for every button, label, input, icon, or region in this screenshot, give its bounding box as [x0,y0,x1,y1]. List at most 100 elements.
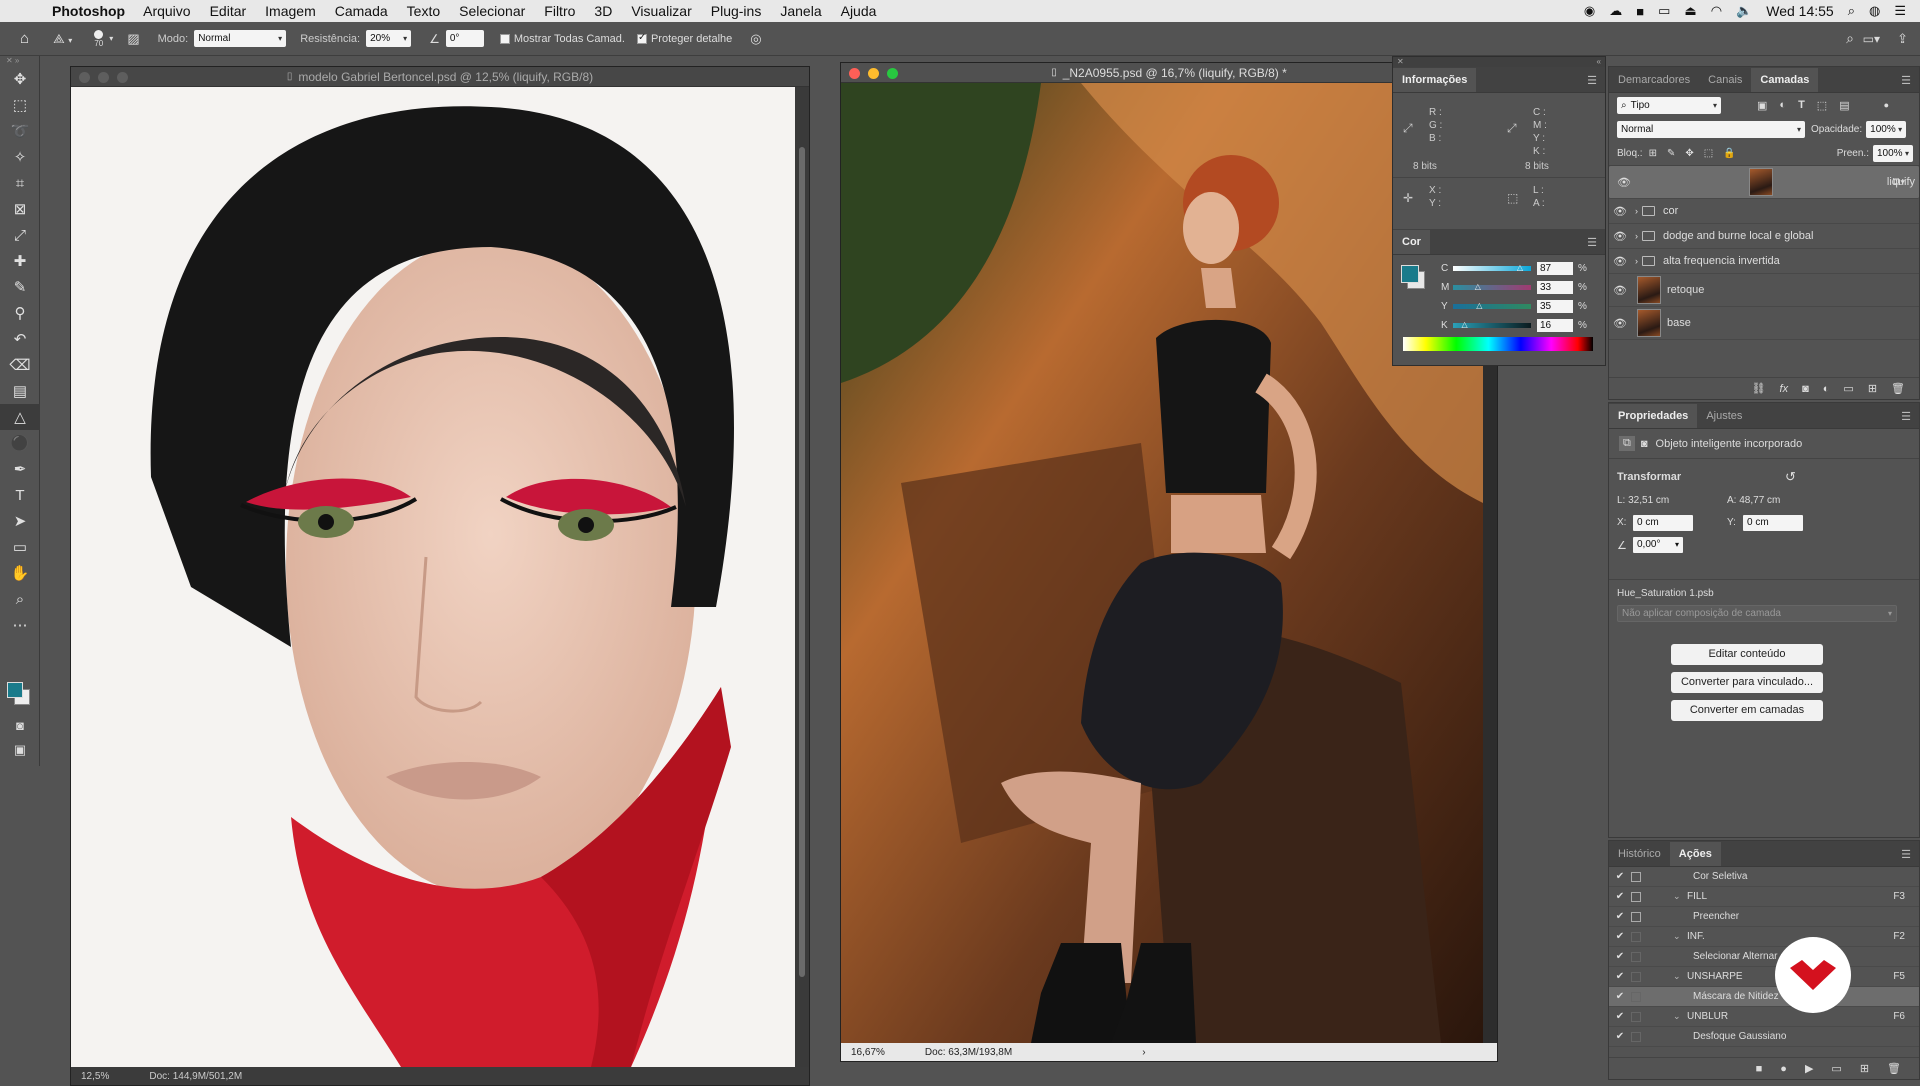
creative-cloud-icon[interactable]: ☁ [1609,3,1622,19]
action-enabled-check-icon[interactable]: ✔ [1609,951,1631,962]
zoom-level[interactable]: 16,67% [851,1047,885,1058]
path-selection-tool-icon[interactable]: ➤ [0,508,40,534]
slider-track[interactable] [1453,304,1531,309]
mode-select[interactable]: Normal ▾ [194,30,287,47]
filter-toggle-icon[interactable]: ● [1884,100,1889,110]
action-enabled-check-icon[interactable]: ✔ [1609,971,1631,982]
color-slider-m[interactable]: M △ 33% [1433,278,1603,297]
tab-canais[interactable]: Canais [1699,68,1751,92]
slider-thumb-icon[interactable]: △ [1517,263,1523,272]
chevron-down-icon[interactable]: ⌄ [1673,931,1687,942]
marquee-tool-icon[interactable]: ⬚ [0,92,40,118]
clock[interactable]: Wed 14:55 [1766,3,1833,19]
brush-dropdown-icon[interactable]: ▾ [109,34,113,43]
dialog-toggle-icon[interactable] [1631,891,1641,902]
stamp-tool-icon[interactable]: ⚲ [0,300,40,326]
eye-icon[interactable]: 👁 [1609,284,1631,297]
channel-value-input[interactable]: 33 [1537,281,1573,294]
menu-imagem[interactable]: Imagem [265,3,316,19]
app-name[interactable]: Photoshop [52,3,125,19]
panel-menu-icon[interactable]: ☰ [1587,74,1597,87]
adjustment-layer-icon[interactable]: ◐ [1823,383,1830,395]
record-icon[interactable]: ◉ [1584,3,1595,19]
layer-row-dodge-burn[interactable]: 👁 › dodge and burne local e global [1609,224,1919,249]
lock-transparent-icon[interactable]: ⊞ [1649,148,1657,159]
chevron-right-icon[interactable]: › [1635,231,1638,241]
menu-selecionar[interactable]: Selecionar [459,3,525,19]
dialog-toggle-icon[interactable] [1631,931,1641,942]
opacity-input[interactable]: 100% ▾ [1866,120,1907,138]
channel-value-input[interactable]: 35 [1537,300,1573,313]
y-input[interactable]: 0 cm [1743,515,1803,531]
volume-icon[interactable]: 🔈 [1736,3,1752,19]
panel-menu-icon[interactable]: ☰ [1901,74,1911,87]
angle-input[interactable]: 0,00° ▾ [1633,537,1683,553]
new-set-icon[interactable]: ▭ [1831,1062,1841,1075]
action-row[interactable]: ✔ ⌄ INF. F2 [1609,927,1919,947]
slider-thumb-icon[interactable]: △ [1461,320,1467,329]
quick-mask-icon[interactable]: ◙ [4,718,36,733]
tab-informacoes[interactable]: Informações [1393,68,1477,92]
lasso-tool-icon[interactable]: ➰ [0,118,40,144]
chevron-right-icon[interactable]: › [1635,206,1638,216]
tab-camadas[interactable]: Camadas [1751,68,1819,92]
layer-row-liquify[interactable]: 👁 liquify ⧉▾ [1609,166,1919,199]
lock-artboard-icon[interactable]: ⬚ [1704,148,1713,159]
tab-propriedades[interactable]: Propriedades [1609,404,1698,428]
add-mask-icon[interactable]: ◙ [1802,383,1809,395]
pressure-icon[interactable]: ◎ [750,31,761,47]
link-layers-icon[interactable]: ⛓ [1752,382,1766,395]
action-row[interactable]: ✔ ⌄ FILL F3 [1609,887,1919,907]
tab-historico[interactable]: Histórico [1609,842,1670,866]
hand-tool-icon[interactable]: ✋ [0,560,40,586]
color-fg-swatch[interactable] [1401,265,1419,283]
channel-value-input[interactable]: 16 [1537,319,1573,332]
action-enabled-check-icon[interactable]: ✔ [1609,991,1631,1002]
collapse-panel-icon[interactable]: « [1597,57,1601,66]
dialog-toggle-icon[interactable] [1631,871,1641,882]
app-switch-icon[interactable]: ■ [1636,4,1644,19]
canvas-left[interactable] [71,87,796,1067]
color-spectrum[interactable] [1403,337,1593,351]
foreground-color-swatch[interactable] [7,682,23,698]
move-tool-icon[interactable]: ✥ [0,66,40,92]
layer-row-base[interactable]: 👁 base [1609,307,1919,340]
action-enabled-check-icon[interactable]: ✔ [1609,911,1631,922]
new-action-icon[interactable]: ⊞ [1860,1062,1869,1075]
menu-visualizar[interactable]: Visualizar [631,3,691,19]
menu-camada[interactable]: Camada [335,3,388,19]
zoom-window-button[interactable] [887,68,898,79]
filter-smart-icon[interactable]: ▤ [1839,99,1849,112]
blend-mode-select[interactable]: Normal ▾ [1617,120,1805,138]
lock-position-icon[interactable]: ✥ [1685,148,1693,159]
menu-3d[interactable]: 3D [594,3,612,19]
action-enabled-check-icon[interactable]: ✔ [1609,891,1631,902]
fx-icon[interactable]: fx [1780,383,1789,395]
zoom-window-button[interactable] [117,72,128,83]
lock-all-icon[interactable]: 🔒 [1723,148,1735,159]
new-group-icon[interactable]: ▭ [1843,382,1853,395]
more-tools-icon[interactable]: ⋯ [0,612,40,638]
action-row[interactable]: ✔ Máscara de Nitidez [1609,987,1919,1007]
layer-filter-select[interactable]: ⌕ Tipo ▾ [1617,96,1721,114]
dialog-toggle-icon[interactable] [1631,911,1641,922]
menu-editar[interactable]: Editar [210,3,247,19]
blur-tool-icon[interactable]: △ [0,404,40,430]
protect-detail-checkbox[interactable]: Proteger detalhe [636,32,732,45]
strength-select[interactable]: 20% ▾ [366,30,412,47]
color-slider-k[interactable]: K △ 16% [1433,316,1603,335]
eraser-tool-icon[interactable]: ⌫ [0,352,40,378]
lock-pixels-icon[interactable]: ✎ [1667,148,1675,159]
home-icon[interactable]: ⌂ [20,30,29,47]
history-brush-tool-icon[interactable]: ↶ [0,326,40,352]
action-row[interactable]: ✔ Selecionar Alternar ações... [1609,947,1919,967]
close-window-button[interactable] [849,68,860,79]
menu-filtro[interactable]: Filtro [544,3,575,19]
menu-arquivo[interactable]: Arquivo [143,3,190,19]
mask-badge-icon[interactable]: ◙ [1641,438,1648,450]
sample-all-checkbox[interactable]: Mostrar Todas Camad. [499,33,625,45]
menu-janela[interactable]: Janela [780,3,821,19]
workspace-icon[interactable]: ▭▾ [1863,32,1880,46]
filter-shape-icon[interactable]: ⬚ [1817,99,1827,112]
panel-menu-icon[interactable]: ☰ [1587,236,1597,249]
